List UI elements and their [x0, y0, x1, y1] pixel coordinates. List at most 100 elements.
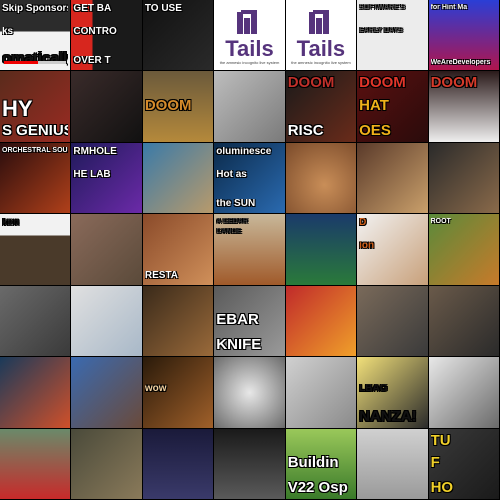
video-thumbnail[interactable]: Tails the amnesic incognito live system — [214, 0, 286, 72]
video-thumbnail[interactable] — [0, 285, 72, 358]
thumbnail-caption: A CEDAR — [216, 218, 248, 226]
video-thumbnail[interactable] — [428, 142, 500, 215]
thumbnail-caption: RMHOLE — [73, 146, 117, 157]
thumbnail-caption: F — [430, 455, 440, 471]
thumbnail-caption: SOFTWARE'S — [359, 4, 406, 11]
thumbnail-caption: KNIFE — [216, 337, 262, 353]
thumbnail-image — [357, 285, 428, 357]
thumbnail-image — [428, 285, 499, 357]
thumbnail-image — [71, 214, 142, 285]
thumbnail-caption: TU — [430, 432, 451, 448]
video-thumbnail[interactable]: Tails the amnesic incognito live system — [285, 0, 358, 72]
video-thumbnail[interactable] — [214, 357, 286, 429]
thumbnail-caption: ks — [2, 26, 14, 37]
thumbnail-caption: HO — [430, 480, 454, 495]
video-thumbnail[interactable]: Buildin V22 Osp — [285, 428, 358, 500]
video-thumbnail[interactable]: A CEDAR CANOE — [214, 214, 286, 286]
thumbnail-caption: OES — [359, 122, 391, 138]
video-thumbnail[interactable]: wow — [142, 357, 215, 429]
video-thumbnail[interactable]: DOOM — [142, 71, 215, 143]
video-thumbnail[interactable]: LBAG NANZA! — [357, 357, 429, 429]
video-thumbnail[interactable]: DOOM RISC — [285, 71, 358, 143]
thumbnail-caption: ken — [2, 218, 20, 229]
thumbnail-image — [428, 357, 499, 428]
thumbnail-caption: oluminesce — [216, 146, 272, 157]
video-thumbnail[interactable] — [428, 357, 500, 429]
video-thumbnail[interactable] — [285, 142, 358, 215]
video-thumbnail[interactable] — [214, 71, 286, 143]
video-thumbnail[interactable]: TU F HO — [428, 428, 500, 500]
thumbnail-image — [285, 285, 357, 357]
video-thumbnail[interactable] — [71, 214, 143, 286]
video-thumbnail[interactable] — [71, 428, 143, 500]
video-thumbnail[interactable]: for Hint Ma WeAreDevelopers — [428, 0, 500, 72]
video-thumbnail[interactable]: DOOM HAT OES — [357, 71, 429, 143]
video-thumbnail[interactable]: oluminesce Hot as the SUN — [214, 142, 286, 215]
video-thumbnail[interactable] — [214, 428, 286, 500]
thumbnail-caption: DOOM — [144, 98, 192, 114]
video-thumbnail[interactable]: GET BA CONTRO OVER T — [71, 0, 143, 72]
video-thumbnail[interactable] — [142, 428, 215, 500]
thumbnail-image — [428, 142, 499, 214]
video-thumbnail[interactable] — [428, 285, 500, 358]
video-thumbnail[interactable]: RESTA — [142, 214, 215, 286]
video-thumbnail[interactable]: DOOM — [428, 71, 500, 143]
thumbnail-caption: V22 Osp — [287, 480, 348, 495]
thumbnail-caption: DOOM — [430, 75, 478, 91]
thumbnail-caption: for Hint Ma — [430, 4, 468, 11]
thumbnail-caption: Skip Sponsorships — [2, 4, 68, 14]
thumbnail-caption: RESTA — [144, 270, 178, 281]
thumbnail-caption: LBAG — [359, 383, 388, 394]
thumbnail-image — [71, 285, 142, 357]
thumbnail-caption: EARLY DAYS — [359, 26, 403, 34]
thumbnail-image — [142, 142, 214, 214]
video-thumbnail[interactable] — [0, 357, 72, 429]
thumbnail-caption: CANOE — [216, 228, 242, 236]
video-thumbnail[interactable] — [71, 71, 143, 143]
thumbnail-caption: NANZA! — [359, 408, 417, 424]
thumbnail-image — [0, 357, 71, 428]
video-thumbnail[interactable]: SOFTWARE'S EARLY DAYS — [357, 0, 429, 72]
video-thumbnail[interactable]: Skip Sponsorshipsksomatically! — [0, 0, 72, 72]
video-thumbnail[interactable] — [285, 285, 358, 358]
video-thumbnail[interactable] — [142, 142, 215, 215]
thumbnail-caption: RISC — [287, 122, 324, 138]
video-thumbnail[interactable]: EBAR KNIFE — [214, 285, 286, 358]
tails-word: Tails — [225, 36, 274, 61]
thumbnail-image — [71, 71, 142, 142]
video-thumbnail[interactable]: TO USE — [142, 0, 215, 72]
video-thumbnail[interactable]: ken — [0, 214, 72, 286]
thumbnail-image — [214, 428, 285, 499]
video-thumbnail[interactable] — [285, 214, 358, 286]
video-thumbnail[interactable] — [285, 357, 358, 429]
progress-fill — [4, 61, 39, 65]
thumbnail-image — [142, 428, 214, 499]
video-thumbnail[interactable] — [357, 142, 429, 215]
thumbnail-image — [357, 428, 428, 499]
thumbnail-image — [285, 357, 357, 428]
video-thumbnail[interactable] — [0, 428, 72, 500]
thumbnail-image — [142, 285, 214, 357]
video-thumbnail[interactable] — [71, 285, 143, 358]
video-thumbnail[interactable] — [71, 357, 143, 429]
thumbnail-caption: ion — [359, 241, 375, 252]
thumbnail-caption: S GENIUS — [2, 122, 69, 138]
video-thumbnail[interactable] — [357, 285, 429, 358]
video-thumbnail[interactable]: Dion — [357, 214, 429, 286]
video-thumbnail[interactable]: RMHOLE HE LAB — [71, 142, 143, 215]
thumbnail-image — [71, 357, 142, 428]
thumbnail-caption: EBAR — [216, 312, 259, 328]
video-thumbnail[interactable]: ORCHESTRAL SOUNDTRACK — [0, 142, 72, 215]
tails-subtitle: the amnesic incognito live system — [219, 60, 280, 65]
thumbnail-image — [214, 71, 285, 142]
thumbnail-caption: Buildin — [287, 455, 339, 471]
thumbnail-caption: Hot as — [216, 169, 247, 180]
video-thumbnail[interactable]: HY S GENIUS — [0, 71, 72, 143]
thumbnail-image — [71, 428, 142, 499]
video-thumbnail[interactable]: ROOT — [428, 214, 500, 286]
video-thumbnail[interactable] — [357, 428, 429, 500]
thumbnail-caption: WeAreDevelopers — [430, 59, 491, 67]
video-thumbnail[interactable] — [142, 285, 215, 358]
thumbnail-image — [357, 142, 428, 214]
thumbnail-caption: GET BA — [73, 4, 112, 14]
